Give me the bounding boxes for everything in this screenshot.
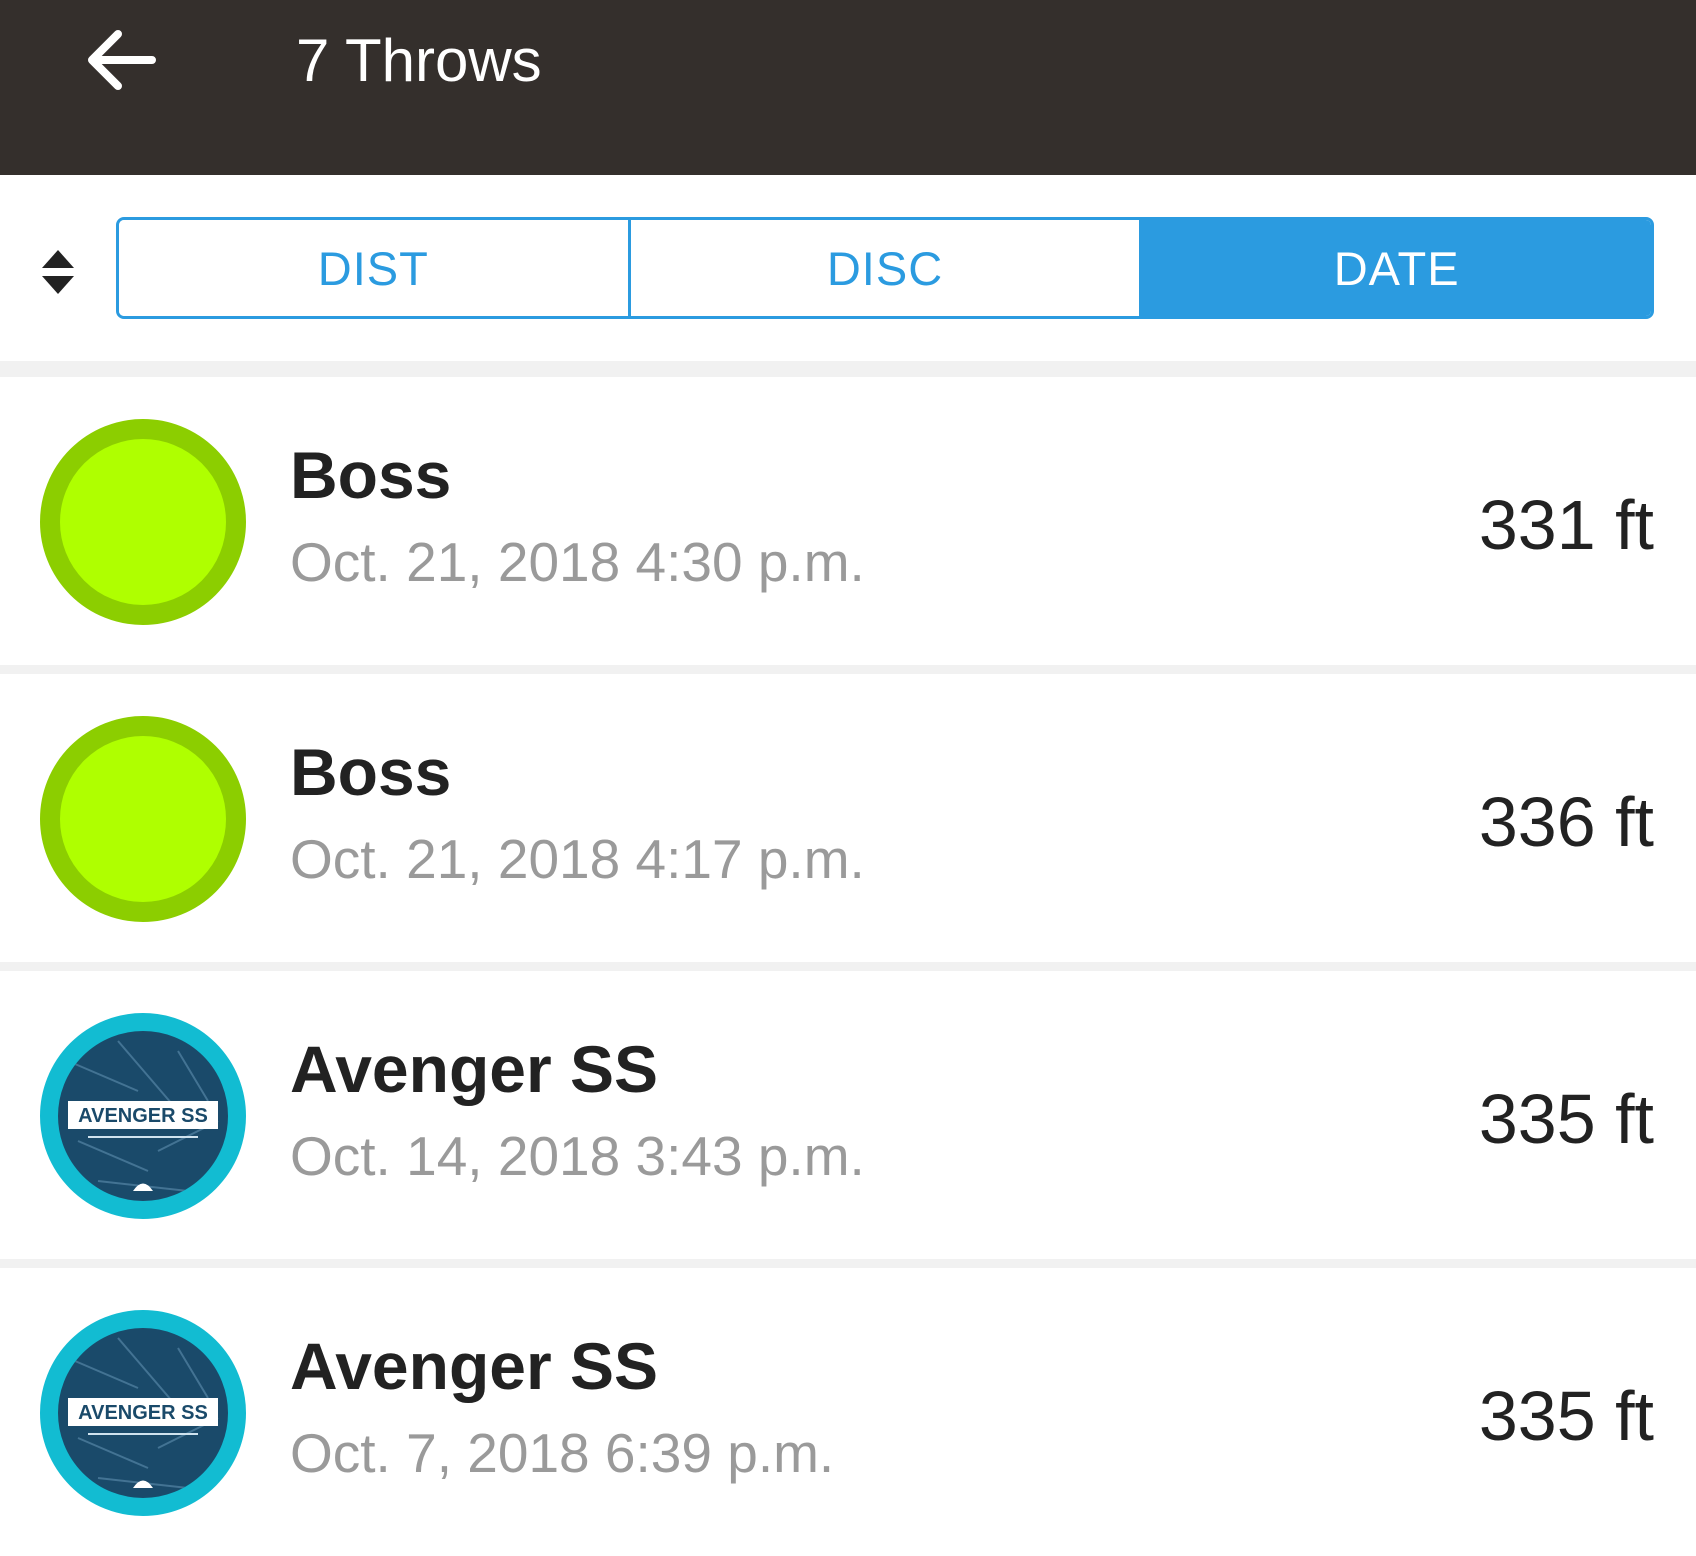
back-button[interactable] <box>70 20 170 100</box>
sort-segmented-control: DIST DISC DATE <box>116 217 1654 319</box>
disc-name: Avenger SS <box>290 1329 659 1403</box>
sort-updown-icon <box>42 250 74 294</box>
sort-order-toggle[interactable] <box>30 237 86 307</box>
disc-name: Boss <box>290 438 452 512</box>
throw-row[interactable]: Boss Oct. 21, 2018 4:30 p.m. 331 ft <box>0 377 1696 665</box>
throw-distance: 335 ft <box>1478 1377 1654 1455</box>
avenger-disc-icon: AVENGER SS <box>40 1013 246 1219</box>
sort-tab-date[interactable]: DATE <box>1139 220 1651 316</box>
throw-date: Oct. 14, 2018 3:43 p.m. <box>290 1125 865 1187</box>
avenger-disc-icon: AVENGER SS <box>40 1310 246 1516</box>
throw-distance: 335 ft <box>1478 1080 1654 1158</box>
throw-date: Oct. 21, 2018 4:30 p.m. <box>290 531 865 593</box>
throw-list: Boss Oct. 21, 2018 4:30 p.m. 331 ft Boss… <box>0 361 1696 1556</box>
svg-text:AVENGER SS: AVENGER SS <box>78 1105 208 1127</box>
throw-row[interactable]: AVENGER SS Avenger SS Oct. 14, 2018 3:43… <box>0 971 1696 1259</box>
svg-text:AVENGER SS: AVENGER SS <box>78 1402 208 1424</box>
throw-distance: 336 ft <box>1478 783 1654 861</box>
throw-date: Oct. 21, 2018 4:17 p.m. <box>290 828 865 890</box>
disc-name: Boss <box>290 735 452 809</box>
app-bar: 7 Throws <box>0 0 1696 175</box>
sort-tab-dist[interactable]: DIST <box>119 220 628 316</box>
throw-distance: 331 ft <box>1478 486 1654 564</box>
throw-row[interactable]: Boss Oct. 21, 2018 4:17 p.m. 336 ft <box>0 674 1696 962</box>
sort-bar: DIST DISC DATE <box>0 175 1696 361</box>
boss-disc-icon <box>40 419 246 625</box>
disc-name: Avenger SS <box>290 1032 659 1106</box>
sort-tab-disc[interactable]: DISC <box>627 220 1140 316</box>
avenger-disc-art: AVENGER SS <box>67 1337 219 1489</box>
page-title: 7 Throws <box>296 27 542 94</box>
avenger-disc-art: AVENGER SS <box>67 1040 219 1192</box>
boss-disc-icon <box>40 716 246 922</box>
arrow-left-icon <box>88 30 156 90</box>
throw-row[interactable]: AVENGER SS Avenger SS Oct. 7, 2018 6:39 … <box>0 1268 1696 1556</box>
throw-date: Oct. 7, 2018 6:39 p.m. <box>290 1422 835 1484</box>
